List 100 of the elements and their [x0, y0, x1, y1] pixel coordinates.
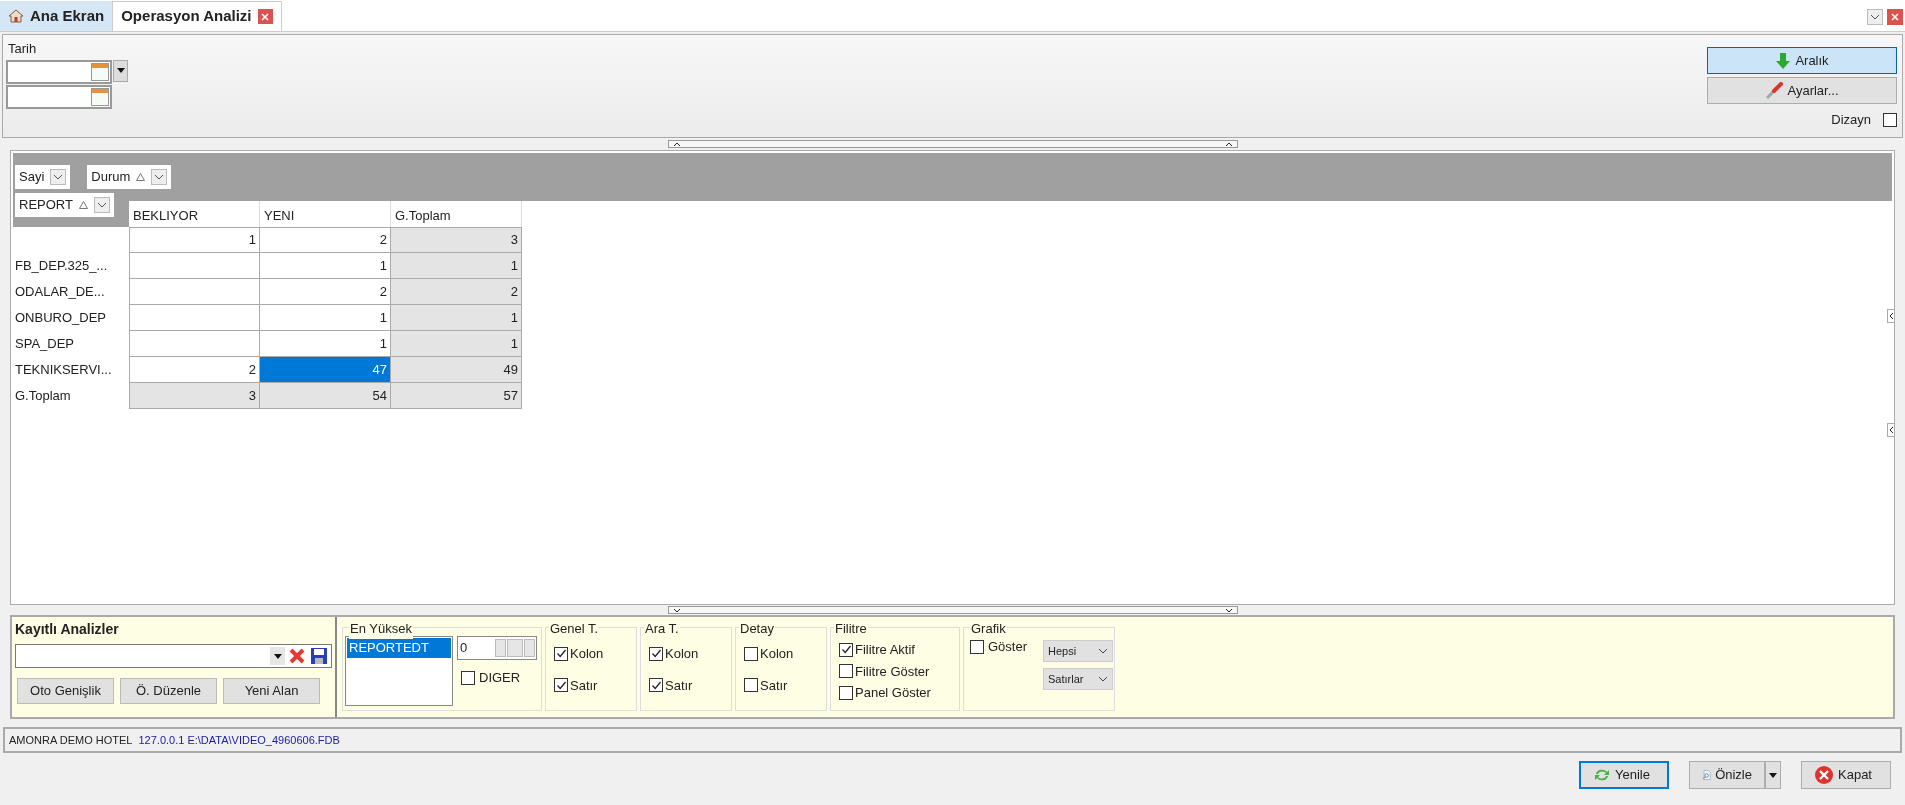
close-icon[interactable]: [1887, 9, 1903, 25]
panel-button[interactable]: Yeni Alan: [223, 678, 320, 704]
table-cell[interactable]: 1: [260, 305, 391, 331]
collapse-icon[interactable]: [1887, 309, 1895, 323]
delete-icon[interactable]: [287, 646, 307, 666]
calendar-icon[interactable]: [91, 87, 109, 106]
checkbox[interactable]: [839, 685, 853, 700]
list-item[interactable]: REPORTEDT: [347, 638, 451, 658]
action-button[interactable]: Ayarlar...: [1707, 77, 1897, 104]
close-icon: [1814, 765, 1834, 785]
checkbox-label: Kolon: [570, 645, 604, 663]
checkbox-label: Dizayn: [1831, 111, 1871, 129]
table-cell[interactable]: 1: [391, 253, 522, 279]
refresh-icon: [1593, 767, 1611, 783]
checkbox[interactable]: [839, 642, 853, 657]
table-cell[interactable]: [129, 331, 260, 357]
checkbox-label: Kolon: [665, 645, 699, 663]
date-field[interactable]: [6, 59, 112, 84]
checkbox[interactable]: [554, 646, 568, 661]
table-cell[interactable]: 2: [129, 357, 260, 383]
table-cell[interactable]: [129, 253, 260, 279]
dropdown-icon[interactable]: [93, 197, 110, 213]
select-field[interactable]: Hepsi: [1043, 640, 1113, 662]
spinner-field[interactable]: 0: [457, 636, 537, 660]
checkbox[interactable]: [839, 664, 853, 679]
table-cell[interactable]: 2: [391, 279, 522, 305]
list-box[interactable]: REPORTEDT: [345, 636, 453, 706]
table-cell[interactable]: 3: [129, 383, 260, 409]
checkbox-label: Satır: [570, 676, 598, 695]
sort-up-icon: [136, 173, 146, 181]
row-header: SPA_DEP: [15, 335, 74, 354]
table-cell[interactable]: [129, 279, 260, 305]
checkbox[interactable]: [554, 678, 568, 693]
chevron-down-icon: [1098, 676, 1108, 682]
checkbox[interactable]: [1883, 112, 1897, 127]
table-cell[interactable]: 1: [391, 331, 522, 357]
table-cell[interactable]: 47: [260, 357, 391, 383]
checkbox[interactable]: [744, 646, 758, 661]
checkbox-label: Satır: [760, 676, 788, 695]
row-header: TEKNIKSERVI...: [15, 361, 112, 380]
splitter-handle[interactable]: [667, 606, 1238, 614]
table-cell[interactable]: 1: [129, 227, 260, 253]
checkbox[interactable]: [649, 678, 663, 693]
status-text: 127.0.0.1 E:\DATA\VIDEO_4960606.FDB: [138, 732, 340, 748]
close-icon[interactable]: [257, 9, 273, 24]
panel-title: Kayıtlı Analizler: [15, 620, 120, 639]
tab[interactable]: Operasyon Analizi: [112, 1, 282, 31]
save-icon[interactable]: [309, 646, 329, 666]
table-cell[interactable]: 57: [391, 383, 522, 409]
checkbox[interactable]: [649, 646, 663, 661]
footer-button[interactable]: Yenile: [1579, 761, 1669, 789]
checkbox-label: Göster: [988, 640, 1027, 654]
row-header: FB_DEP.325_...: [15, 257, 108, 276]
field-label: Tarih: [8, 40, 38, 58]
tab[interactable]: Ana Ekran: [0, 1, 113, 31]
pivot-field-button[interactable]: REPORT: [15, 193, 114, 217]
checkbox-label: Filitre Aktif: [855, 641, 915, 659]
checkbox-label: Kolon: [760, 645, 794, 663]
caret-icon: [1769, 772, 1777, 778]
row-header: ONBURO_DEP: [15, 309, 107, 328]
checkbox-label: Filitre Göster: [855, 662, 930, 681]
pivot-field-button[interactable]: Sayi: [15, 165, 71, 189]
panel-button[interactable]: Ö. Düzenle: [120, 678, 217, 704]
collapse-icon[interactable]: [1887, 423, 1895, 437]
pivot-field-button[interactable]: Durum: [87, 165, 172, 189]
table-cell[interactable]: 49: [391, 357, 522, 383]
table-cell[interactable]: [129, 305, 260, 331]
table-cell[interactable]: 1: [260, 253, 391, 279]
table-cell[interactable]: 1: [260, 331, 391, 357]
footer-button[interactable]: Kapat: [1801, 761, 1891, 789]
date-field[interactable]: [6, 84, 112, 109]
panel-button[interactable]: Oto Genişlik: [17, 678, 114, 704]
table-cell[interactable]: 2: [260, 279, 391, 305]
table-cell[interactable]: 2: [260, 227, 391, 253]
table-cell[interactable]: 1: [391, 305, 522, 331]
table-cell[interactable]: 3: [391, 227, 522, 253]
chevron-down-icon: [1098, 648, 1108, 654]
dropdown-button[interactable]: [1765, 761, 1781, 789]
dropdown-icon[interactable]: [50, 169, 67, 185]
status-text: AMONRA DEMO HOTEL: [9, 732, 133, 748]
dropdown-icon[interactable]: [1867, 9, 1883, 25]
dropdown-button[interactable]: [113, 59, 128, 82]
checkbox-label: Satır: [665, 676, 693, 695]
sort-up-icon: [78, 201, 88, 209]
checkbox[interactable]: [744, 678, 758, 693]
splitter-handle[interactable]: [667, 140, 1238, 148]
row-header: G.Toplam: [15, 387, 71, 406]
wrench-icon: [1765, 81, 1784, 100]
checkbox[interactable]: [970, 640, 984, 654]
action-button[interactable]: Aralık: [1707, 47, 1897, 74]
footer-button[interactable]: Önizle: [1689, 761, 1765, 789]
home-icon: [8, 8, 24, 24]
field-label: Sayi: [19, 168, 45, 187]
table-cell[interactable]: 54: [260, 383, 391, 409]
checkbox[interactable]: [461, 670, 475, 685]
select-field[interactable]: Satırlar: [1043, 668, 1113, 690]
combo-field[interactable]: [15, 644, 332, 668]
field-label: Durum: [91, 168, 131, 187]
caret-icon[interactable]: [273, 653, 282, 659]
dropdown-icon[interactable]: [151, 169, 168, 185]
